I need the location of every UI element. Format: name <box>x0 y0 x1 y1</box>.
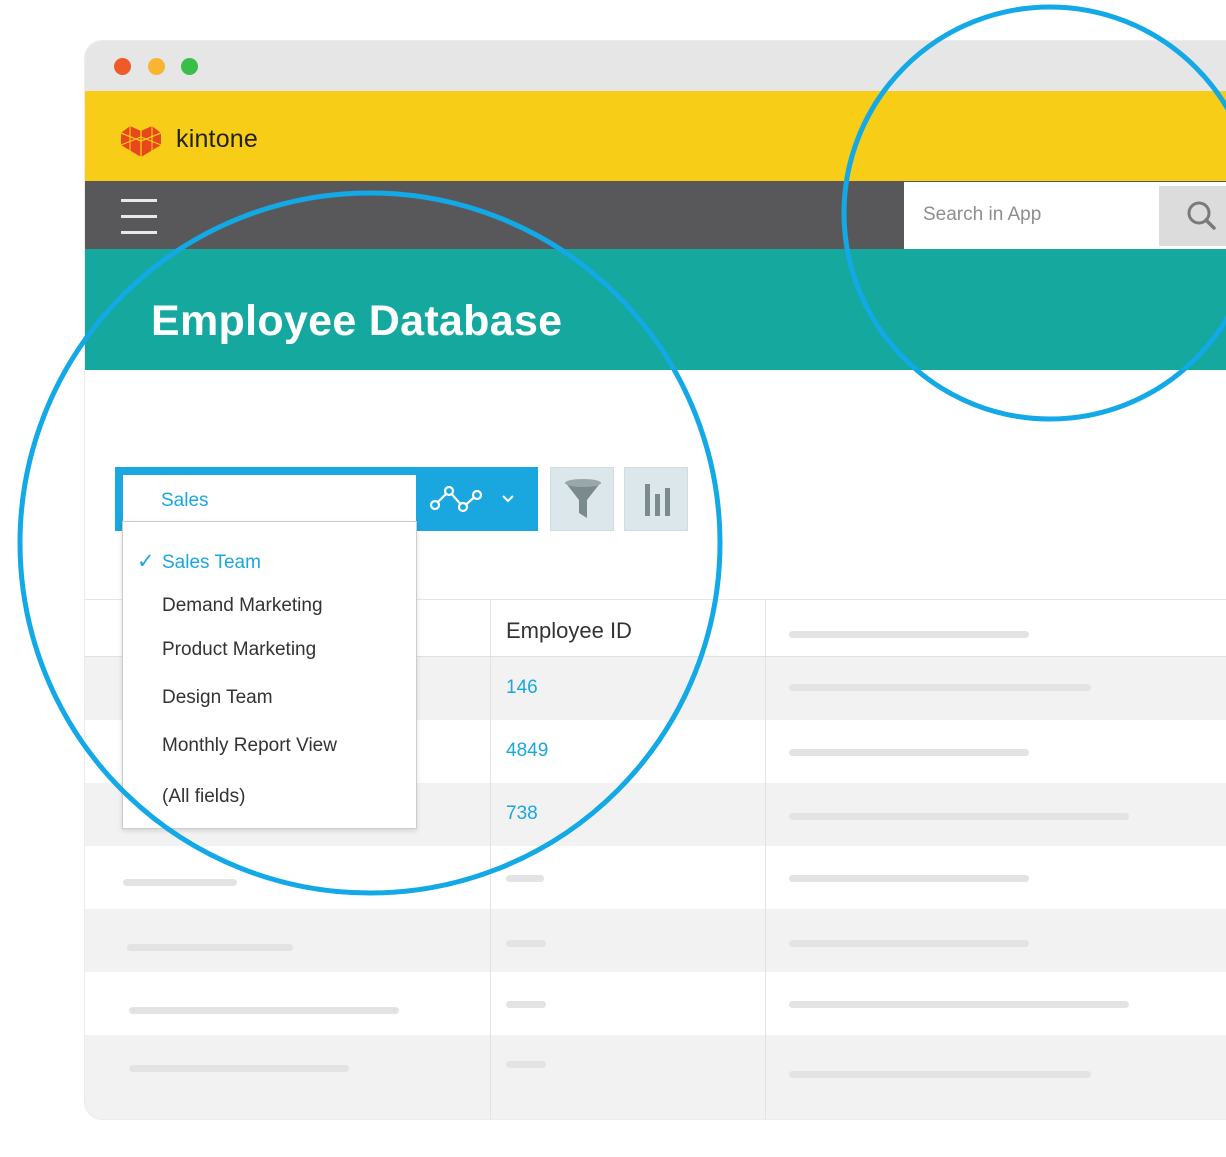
search-input[interactable] <box>908 186 1158 244</box>
app-title-banner: Employee Database <box>85 249 1226 370</box>
column-header-placeholder <box>789 631 1029 638</box>
view-dropdown-menu: ✓ Sales Team Demand Marketing Product Ma… <box>122 521 417 829</box>
table-row[interactable] <box>85 1035 1226 1119</box>
cell-placeholder <box>789 1071 1091 1078</box>
kintone-logo-icon[interactable] <box>119 124 163 158</box>
table-row[interactable] <box>85 972 1226 1035</box>
view-option-monthly-report-view[interactable]: Monthly Report View <box>162 735 337 757</box>
search-button[interactable] <box>1159 186 1226 246</box>
close-window-button[interactable] <box>114 58 131 75</box>
view-selector-field[interactable]: Sales <box>123 475 416 523</box>
table-row[interactable] <box>85 909 1226 972</box>
filter-button[interactable] <box>550 467 614 531</box>
cell-placeholder <box>789 813 1129 820</box>
cell-placeholder <box>506 940 546 947</box>
cell-placeholder <box>789 875 1029 882</box>
cell-placeholder <box>123 879 237 886</box>
bar-chart-icon <box>645 484 670 516</box>
cell-placeholder <box>789 684 1091 691</box>
cell-placeholder <box>789 940 1029 947</box>
minimize-window-button[interactable] <box>148 58 165 75</box>
selected-view-label: Sales <box>161 490 209 511</box>
cell-placeholder <box>127 944 293 951</box>
brand-header: kintone <box>85 91 1226 181</box>
line-graph-icon[interactable] <box>427 483 487 515</box>
employee-id-link[interactable]: 146 <box>506 677 538 699</box>
cell-placeholder <box>789 1001 1129 1008</box>
funnel-icon <box>565 479 601 518</box>
view-option-sales-team[interactable]: Sales Team <box>162 552 261 574</box>
chevron-down-icon[interactable] <box>501 494 515 504</box>
browser-window: kintone Employee Database Sales <box>84 40 1226 1120</box>
table-row[interactable] <box>85 846 1226 909</box>
maximize-window-button[interactable] <box>181 58 198 75</box>
column-header-employee-id[interactable]: Employee ID <box>506 618 632 644</box>
cell-placeholder <box>789 749 1029 756</box>
employee-id-link[interactable]: 738 <box>506 803 538 825</box>
view-option-design-team[interactable]: Design Team <box>162 687 273 709</box>
employee-id-link[interactable]: 4849 <box>506 740 548 762</box>
column-divider <box>490 599 491 1119</box>
column-divider <box>765 599 766 1119</box>
cell-placeholder <box>129 1065 349 1072</box>
hamburger-menu-icon[interactable] <box>121 199 157 235</box>
brand-name[interactable]: kintone <box>176 125 258 154</box>
page-title: Employee Database <box>151 297 563 345</box>
cell-placeholder <box>129 1007 399 1014</box>
window-titlebar <box>85 41 1226 91</box>
search-box <box>904 182 1226 250</box>
chart-button[interactable] <box>624 467 688 531</box>
cell-placeholder <box>506 1001 546 1008</box>
cell-placeholder <box>506 875 544 882</box>
cell-placeholder <box>506 1061 546 1068</box>
view-option-demand-marketing[interactable]: Demand Marketing <box>162 595 323 617</box>
view-option-product-marketing[interactable]: Product Marketing <box>162 639 316 661</box>
view-option-all-fields[interactable]: (All fields) <box>162 786 245 808</box>
magnifier-icon <box>1187 201 1216 230</box>
checkmark-icon: ✓ <box>137 550 155 573</box>
